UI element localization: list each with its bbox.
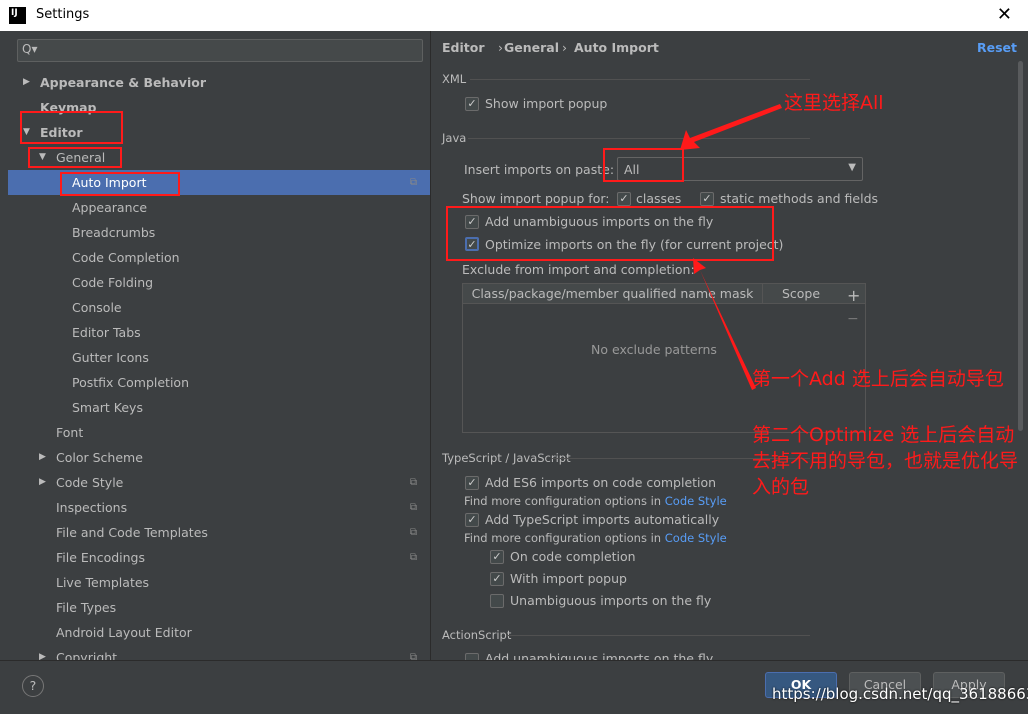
arrow-to-all (680, 104, 782, 150)
annotation-note-optimize: 第二个Optimize 选上后会自动去掉不用的导包，也就是优化导入的包 (752, 424, 1019, 498)
arrow-to-options (693, 258, 756, 390)
annotation-note-add: 第一个Add 选上后会自动导包 (752, 368, 1004, 390)
annotation-select-all: 这里选择All (784, 92, 884, 114)
